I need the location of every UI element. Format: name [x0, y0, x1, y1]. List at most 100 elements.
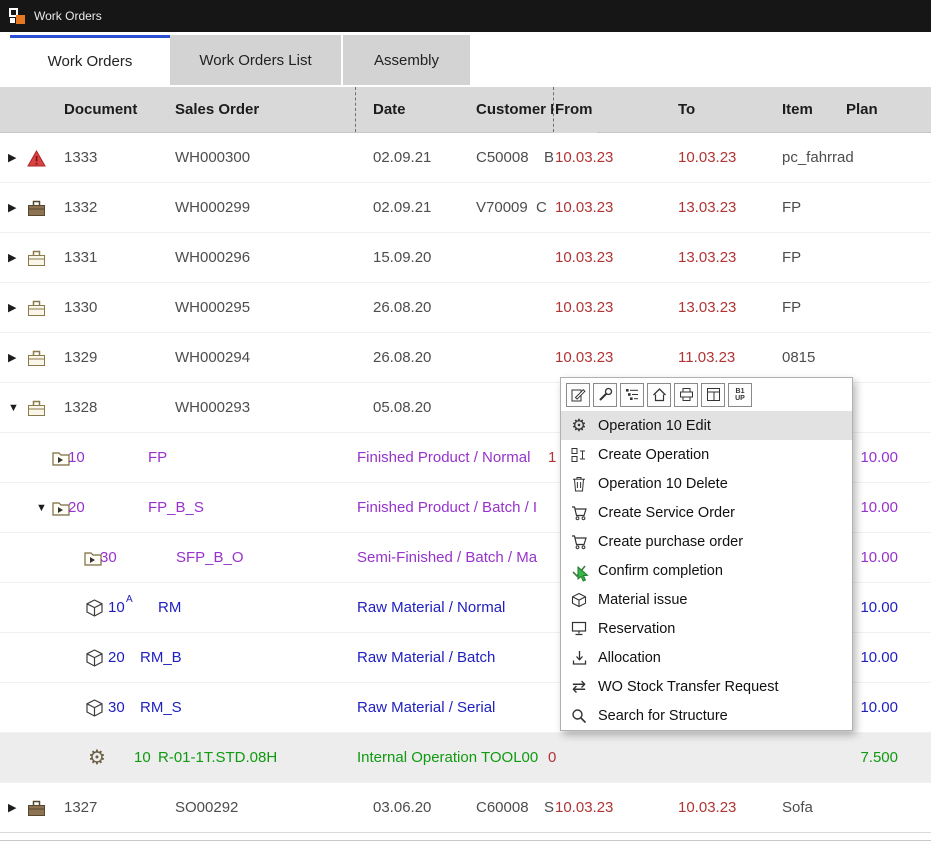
expand-arrow-icon[interactable]: ▶: [8, 233, 16, 283]
header-item[interactable]: Item: [782, 87, 813, 133]
resource-code-cell: R-01-1T.STD.08H: [158, 733, 277, 783]
header-plan[interactable]: Plan: [846, 87, 878, 133]
to-cell: 13.03.23: [678, 183, 736, 233]
menu-item-label: Material issue: [598, 592, 687, 608]
menu-item-create-operation[interactable]: Create Operation: [561, 440, 852, 469]
item-cell: FP: [782, 233, 801, 283]
plan-cell: 10.00: [860, 583, 898, 633]
expand-arrow-icon[interactable]: ▶: [8, 333, 16, 383]
description-cell: Finished Product / Normal: [357, 433, 530, 483]
code-cell: 10: [134, 733, 151, 783]
b1up-icon[interactable]: B1UP: [728, 383, 752, 407]
menu-item-search-for-structure[interactable]: Search for Structure: [561, 701, 852, 730]
window-panes-icon[interactable]: [701, 383, 725, 407]
table-row[interactable]: ▶ 1329 WH000294 26.08.20 10.03.23 11.03.…: [0, 333, 931, 383]
plan-cell: 10.00: [860, 683, 898, 733]
app-logo-icon: [9, 8, 25, 24]
table-row[interactable]: ▶ 1330 WH000295 26.08.20 10.03.23 13.03.…: [0, 283, 931, 333]
table-row[interactable]: ▶ 1327 SO00292 03.06.20 C60008 S 10.03.2…: [0, 783, 931, 833]
date-cell: 26.08.20: [373, 283, 431, 333]
create-operation-icon: [569, 445, 589, 465]
context-menu: B1UP ⚙ Operation 10 Edit Create Operatio…: [560, 377, 853, 731]
plan-cell: 10.00: [860, 433, 898, 483]
menu-item-label: Search for Structure: [598, 708, 728, 724]
printer-icon[interactable]: [674, 383, 698, 407]
item-code-cell: RM_B: [140, 633, 182, 683]
item-code-cell: FP: [148, 433, 167, 483]
tab-work-orders-list[interactable]: Work Orders List: [170, 35, 341, 85]
expand-arrow-icon[interactable]: ▶: [8, 783, 16, 833]
code-cell: 10: [108, 583, 125, 633]
package-icon: [86, 633, 103, 683]
table-row[interactable]: ▶ 1333 WH000300 02.09.21 C50008 B 10.03.…: [0, 133, 931, 183]
header-to[interactable]: To: [678, 87, 695, 133]
briefcase-icon: [27, 383, 46, 433]
collapse-arrow-icon[interactable]: ▼: [36, 483, 47, 533]
menu-item-label: Reservation: [598, 621, 675, 637]
list-tree-icon[interactable]: [620, 383, 644, 407]
menu-item-operation-edit[interactable]: ⚙ Operation 10 Edit: [561, 411, 852, 440]
column-divider-dashed[interactable]: [553, 87, 554, 132]
description-cell: Internal Operation TOOL00: [357, 733, 538, 783]
tab-work-orders[interactable]: Work Orders: [10, 35, 170, 85]
code-cell: 20: [108, 633, 125, 683]
to-cell: 13.03.23: [678, 233, 736, 283]
sales-order-cell: WH000294: [175, 333, 250, 383]
cart-icon: [569, 503, 589, 523]
gear-icon: ⚙: [88, 733, 106, 783]
menu-item-create-purchase-order[interactable]: Create purchase order: [561, 527, 852, 556]
customer-cell: C60008: [476, 783, 529, 833]
customer-name-cell: B: [544, 133, 554, 183]
sales-order-cell: SO00292: [175, 783, 238, 833]
wrench-icon[interactable]: [593, 383, 617, 407]
item-cell: Sofa: [782, 783, 813, 833]
code-cell: 30: [100, 533, 117, 583]
briefcase-icon: [27, 333, 46, 383]
column-divider-dashed[interactable]: [355, 87, 356, 132]
expand-arrow-icon[interactable]: ▶: [8, 283, 16, 333]
menu-item-label: Create Service Order: [598, 505, 735, 521]
sales-order-cell: WH000300: [175, 133, 250, 183]
item-cell: 0815: [782, 333, 815, 383]
expand-arrow-icon[interactable]: ▶: [8, 133, 16, 183]
menu-item-label: Create Operation: [598, 447, 709, 463]
menu-item-create-service-order[interactable]: Create Service Order: [561, 498, 852, 527]
menu-item-confirm-completion[interactable]: Confirm completion: [561, 556, 852, 585]
menu-item-reservation[interactable]: Reservation: [561, 614, 852, 643]
customer-name-cell: C: [536, 183, 547, 233]
menu-item-label: Allocation: [598, 650, 661, 666]
from-cell: 10.03.23: [555, 183, 613, 233]
tab-assembly[interactable]: Assembly: [343, 35, 470, 85]
to-cell: 10.03.23: [678, 783, 736, 833]
header-document[interactable]: Document: [64, 87, 137, 133]
menu-item-label: Confirm completion: [598, 563, 723, 579]
menu-item-label: Create purchase order: [598, 534, 743, 550]
download-tray-icon: [569, 648, 589, 668]
header-from[interactable]: From: [553, 87, 597, 133]
sales-order-cell: WH000295: [175, 283, 250, 333]
collapse-arrow-icon[interactable]: ▼: [8, 383, 19, 433]
package-icon: [86, 583, 103, 633]
table-row[interactable]: ▶ 1332 WH000299 02.09.21 V70009 C 10.03.…: [0, 183, 931, 233]
header-date[interactable]: Date: [373, 87, 406, 133]
from-cell: 1: [548, 433, 556, 483]
header-sales-order[interactable]: Sales Order: [175, 87, 259, 133]
table-row[interactable]: ▶ 1331 WH000296 15.09.20 10.03.23 13.03.…: [0, 233, 931, 283]
toolbox-icon: [27, 183, 46, 233]
menu-item-allocation[interactable]: Allocation: [561, 643, 852, 672]
table-header: Document Sales Order Date Customer Name …: [0, 87, 931, 133]
expand-arrow-icon[interactable]: ▶: [8, 183, 16, 233]
menu-item-label: WO Stock Transfer Request: [598, 679, 779, 695]
edit-icon[interactable]: [566, 383, 590, 407]
document-cell: 1331: [64, 233, 97, 283]
from-cell: 10.03.23: [555, 283, 613, 333]
sales-order-cell: WH000299: [175, 183, 250, 233]
code-cell: 10: [68, 433, 85, 483]
table-row-operation-selected[interactable]: ⚙ 10 R-01-1T.STD.08H Internal Operation …: [0, 733, 931, 783]
menu-item-wo-stock-transfer-request[interactable]: ⇄ WO Stock Transfer Request: [561, 672, 852, 701]
menu-item-material-issue[interactable]: Material issue: [561, 585, 852, 614]
item-code-cell: RM: [158, 583, 181, 633]
home-icon[interactable]: [647, 383, 671, 407]
plan-cell: 10.00: [860, 483, 898, 533]
menu-item-operation-delete[interactable]: Operation 10 Delete: [561, 469, 852, 498]
